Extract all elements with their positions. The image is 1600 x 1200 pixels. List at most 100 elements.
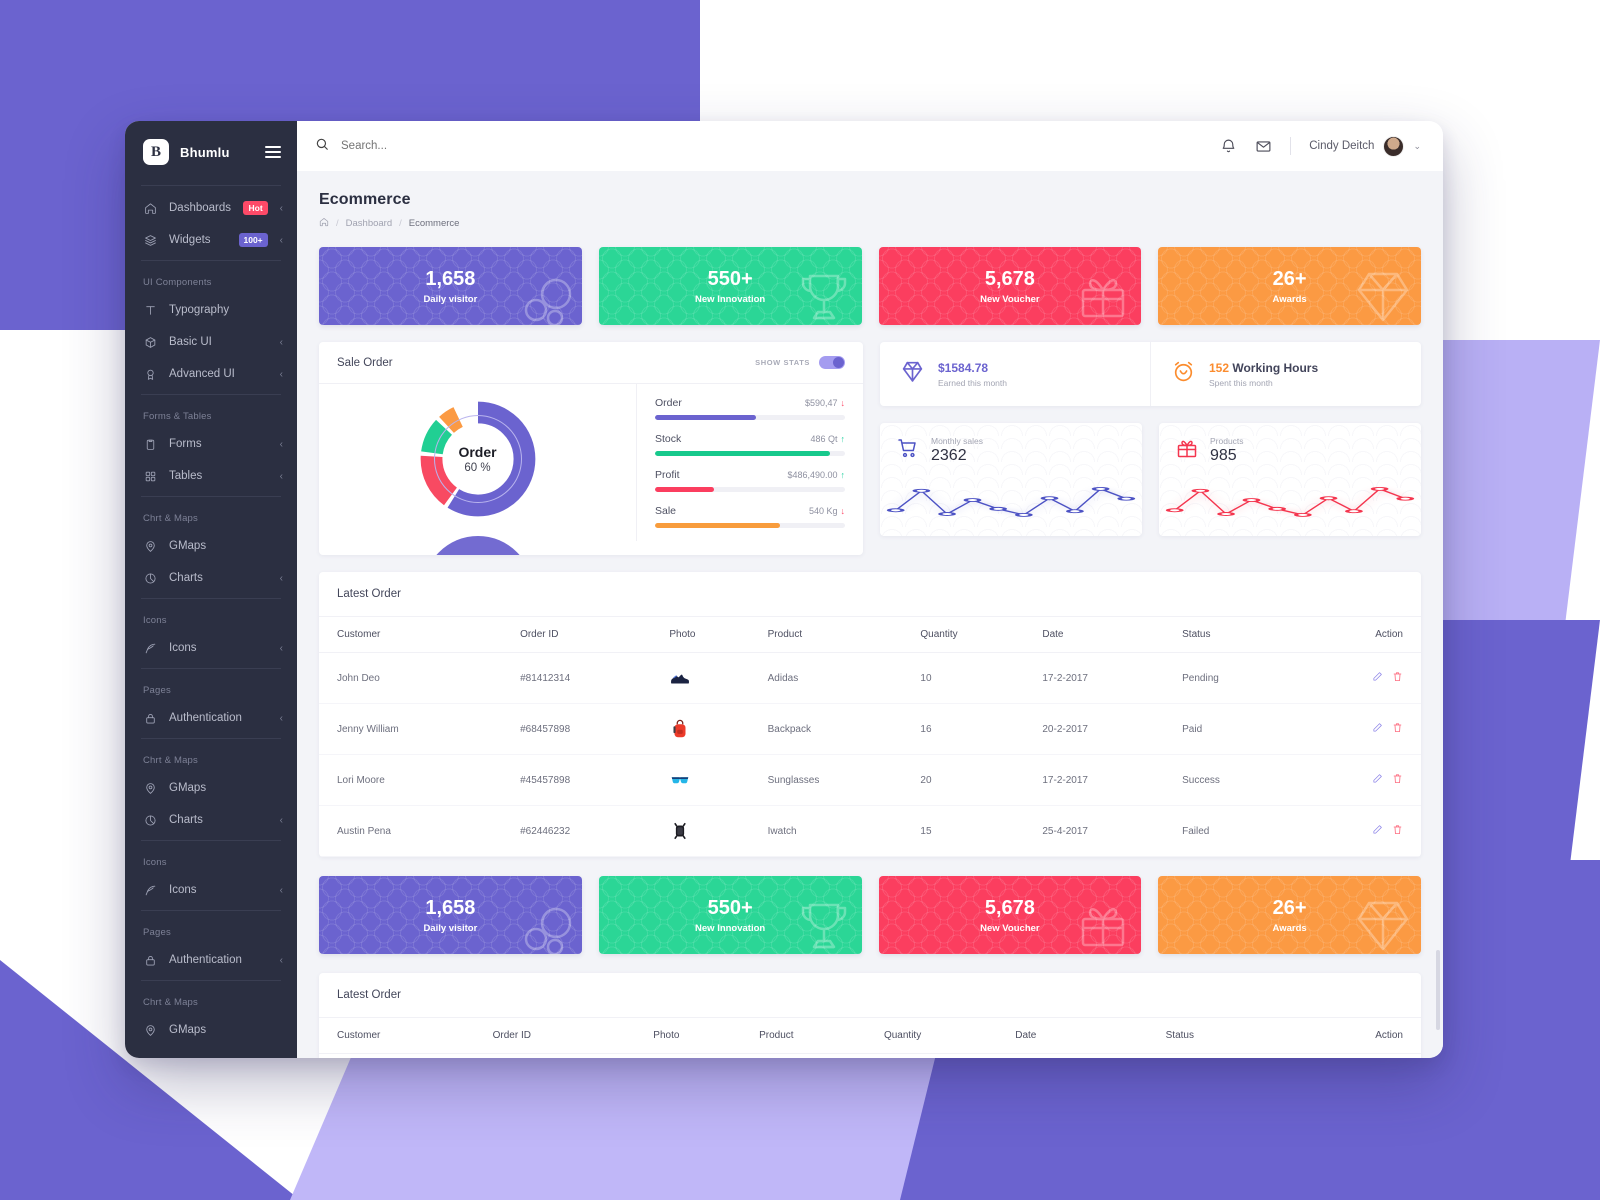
cell-status: Paid <box>1172 703 1296 755</box>
scrollbar-thumb[interactable] <box>1436 950 1440 1030</box>
home-icon[interactable] <box>319 217 329 230</box>
stat-card[interactable]: 550+ New Innovation <box>598 876 862 954</box>
stat-card[interactable]: 1,658 Daily visitor <box>319 247 582 325</box>
sidebar-item-icons[interactable]: Icons ‹ <box>125 632 297 664</box>
map-pin-icon <box>143 1023 157 1037</box>
search-icon <box>315 137 329 156</box>
cell-photo <box>659 805 758 857</box>
trash-icon[interactable] <box>1392 722 1403 736</box>
trash-icon[interactable] <box>1392 773 1403 787</box>
stat-card[interactable]: 5,678 New Voucher <box>878 876 1142 954</box>
secondary-donut-partial <box>423 536 533 555</box>
pencil-icon[interactable] <box>1372 722 1383 736</box>
sidebar-item-basic-ui[interactable]: Basic UI ‹ <box>125 326 297 358</box>
table-row[interactable]: John Deo#81412314 Adidas1017-2-2017Pendin… <box>319 1053 1421 1058</box>
pencil-icon[interactable] <box>1372 671 1383 685</box>
row-actions[interactable] <box>1372 671 1403 685</box>
sidebar-item-typography[interactable]: Typography <box>125 294 297 326</box>
sidebar-item-gmaps[interactable]: GMaps <box>125 530 297 562</box>
table-row[interactable]: Jenny William #68457898 Backpack 16 20-2-201… <box>319 703 1421 755</box>
cell-product: Adidas <box>749 1053 874 1058</box>
content-scroll-area[interactable]: Ecommerce / Dashboard / Ecommerce 1,658 D… <box>297 171 1443 1058</box>
row-actions[interactable] <box>1372 722 1403 736</box>
row-actions[interactable] <box>1372 773 1403 787</box>
bell-icon[interactable] <box>1220 138 1237 155</box>
sidebar-item-tables[interactable]: Tables ‹ <box>125 460 297 492</box>
kpi-card: $1584.78 Earned this month <box>880 342 1150 406</box>
trend-down-icon: ↓ <box>840 398 846 408</box>
pencil-icon[interactable] <box>1372 773 1383 787</box>
sale-stat-name: Sale <box>655 505 677 517</box>
sidebar-item-label: Authentication <box>169 712 242 725</box>
mail-icon[interactable] <box>1255 138 1272 155</box>
scrollbar-track[interactable] <box>1436 173 1440 1056</box>
search-box[interactable] <box>315 137 1220 156</box>
right-column: $1584.78 Earned this month 152 Working Hou… <box>880 342 1421 536</box>
table-header-row-2: Customer Order ID Photo Product Quantity Date… <box>319 1018 1421 1054</box>
stat-card[interactable]: 1,658 Daily visitor <box>319 876 582 954</box>
table-body-2: John Deo#81412314 Adidas1017-2-2017Pendin… <box>319 1053 1421 1058</box>
stat-card[interactable]: 26+ Awards <box>1158 876 1421 954</box>
lock-icon <box>143 953 157 967</box>
sidebar-item-charts[interactable]: Charts ‹ <box>125 562 297 594</box>
trash-icon[interactable] <box>1392 671 1403 685</box>
cell-action[interactable] <box>1285 1053 1421 1058</box>
cell-action[interactable] <box>1295 652 1421 704</box>
sidebar-divider <box>141 394 281 396</box>
show-stats-toggle[interactable] <box>819 356 845 369</box>
user-menu[interactable]: Cindy Deitch ⌄ <box>1309 135 1421 157</box>
sale-order-panel: Sale Order SHOW STATS Order 60 % Order $… <box>319 342 863 555</box>
sidebar-item-authentication[interactable]: Authentication ‹ <box>125 944 297 976</box>
trophy-icon <box>794 266 854 325</box>
cell-action[interactable] <box>1295 805 1421 857</box>
sidebar-section-heading: Forms & Tables <box>143 411 212 423</box>
table-row[interactable]: John Deo#81412314 Adidas1017-2-2017Pendin… <box>319 652 1421 704</box>
sidebar-section-heading: Chrt & Maps <box>143 513 198 525</box>
sparkline-value: 2362 <box>931 447 967 464</box>
cell-order-id: #68457898 <box>510 703 660 755</box>
sidebar-item-dashboards[interactable]: Dashboards Hot ‹ <box>125 192 297 224</box>
sale-stat-name: Profit <box>655 469 680 481</box>
table-col-product: Product <box>749 1018 874 1054</box>
award-icon <box>143 367 157 381</box>
trash-icon[interactable] <box>1392 824 1403 838</box>
brand[interactable]: B Bhumlu <box>125 121 297 181</box>
cell-order-id: #45457898 <box>510 754 660 806</box>
sidebar-section-heading: Chrt & Maps <box>143 755 198 767</box>
sidebar-item-charts[interactable]: Charts ‹ <box>125 804 297 836</box>
cell-action[interactable] <box>1295 703 1421 755</box>
topbar-actions: Cindy Deitch ⌄ <box>1220 135 1421 157</box>
sale-stat-line: Profit $486,490.00 ↑ <box>655 469 845 492</box>
sidebar-item-authentication[interactable]: Authentication ‹ <box>125 702 297 734</box>
sidebar-item-advanced-ui[interactable]: Advanced UI ‹ <box>125 358 297 390</box>
sparkline-chart <box>886 486 1136 517</box>
sidebar-item-icons[interactable]: Icons ‹ <box>125 874 297 906</box>
page-title: Ecommerce <box>319 191 411 208</box>
main-area: Cindy Deitch ⌄ Ecommerce / Dashboard / E… <box>297 121 1443 1058</box>
cell-photo <box>659 703 758 755</box>
pencil-icon[interactable] <box>1372 824 1383 838</box>
cell-date: 17-2-2017 <box>1032 754 1173 806</box>
sidebar-item-gmaps[interactable]: GMaps <box>125 1014 297 1046</box>
row-actions[interactable] <box>1372 824 1403 838</box>
people-icon <box>514 266 574 325</box>
hamburger-icon[interactable] <box>265 146 281 158</box>
backpack-icon <box>669 718 691 740</box>
stat-card[interactable]: 550+ New Innovation <box>598 247 862 325</box>
table-body: John Deo #81412314 Adidas 10 17-2-2017 Pendin… <box>319 652 1421 857</box>
breadcrumb-item-dashboard[interactable]: Dashboard <box>346 218 392 229</box>
stat-card[interactable]: 26+ Awards <box>1158 247 1421 325</box>
cell-product: Iwatch <box>757 805 911 857</box>
sale-order-header: Sale Order SHOW STATS <box>319 342 863 384</box>
sidebar-item-forms[interactable]: Forms ‹ <box>125 428 297 460</box>
sidebar-item-gmaps[interactable]: GMaps <box>125 772 297 804</box>
cell-action[interactable] <box>1295 754 1421 806</box>
stat-card[interactable]: 5,678 New Voucher <box>878 247 1142 325</box>
diamond-deco-icon <box>1353 266 1413 325</box>
search-input[interactable] <box>341 140 561 152</box>
sidebar-item-widgets[interactable]: Widgets 100+ ‹ <box>125 224 297 256</box>
table-row[interactable]: Austin Pena #62446232 Iwatch 15 25-4-2017 Fai… <box>319 805 1421 857</box>
table-row[interactable]: Lori Moore #45457898 Sunglasses 20 17-2-2017… <box>319 754 1421 806</box>
stat-card-value: 1,658 <box>425 267 476 290</box>
show-stats-toggle-group[interactable]: SHOW STATS <box>755 356 845 369</box>
